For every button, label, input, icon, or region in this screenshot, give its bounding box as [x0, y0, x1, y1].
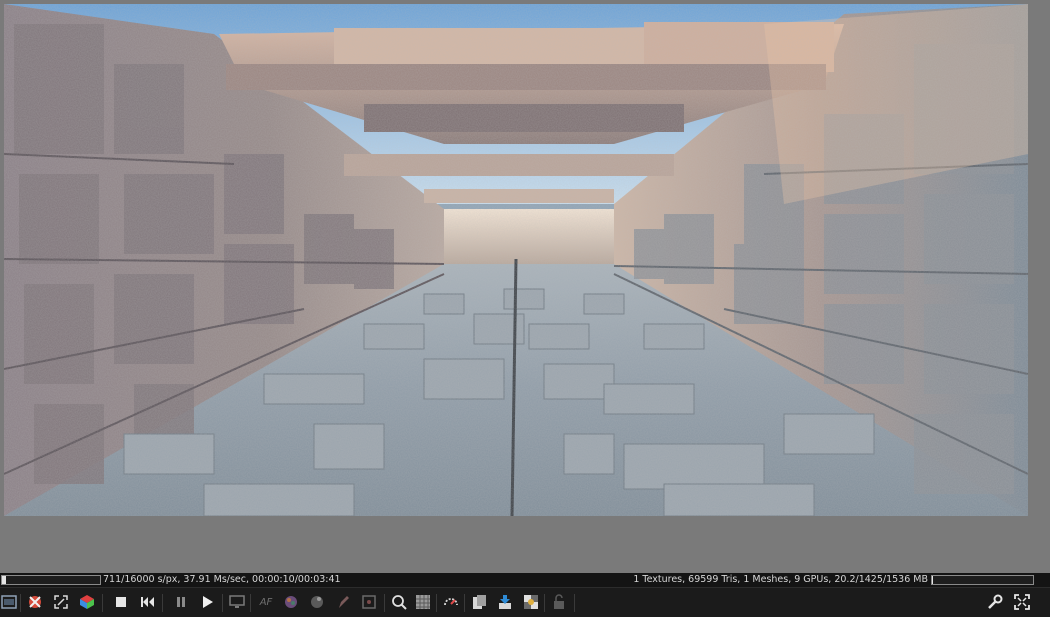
pen-icon[interactable] [334, 593, 352, 611]
region-icon[interactable] [52, 593, 70, 611]
zoom-icon[interactable] [390, 593, 408, 611]
toolbar-separator [436, 594, 437, 612]
toolbar-separator [464, 594, 465, 612]
monitor-icon[interactable] [228, 593, 246, 611]
material-icon[interactable] [308, 593, 326, 611]
toolbar-separator [574, 594, 575, 612]
stop-icon[interactable] [112, 593, 130, 611]
gpu-memory-fill [932, 576, 934, 584]
play-icon[interactable] [198, 593, 216, 611]
toolbar-separator [544, 594, 545, 612]
mesh-picker-icon[interactable] [26, 593, 44, 611]
restart-icon[interactable] [138, 593, 156, 611]
focus-icon[interactable] [360, 593, 378, 611]
bottom-toolbar: AF [0, 587, 1050, 617]
fullscreen-icon[interactable] [1013, 593, 1031, 611]
clipboard-icon[interactable] [470, 593, 488, 611]
grid-icon[interactable] [414, 593, 432, 611]
texture-icon[interactable] [522, 593, 540, 611]
toolbar-separator [102, 594, 103, 612]
gpu-memory-bar [931, 575, 1034, 585]
export-icon[interactable] [496, 593, 514, 611]
render-viewport[interactable] [4, 4, 1028, 516]
dial-icon[interactable] [442, 593, 460, 611]
render-image [4, 4, 1028, 516]
toolbar-separator [250, 594, 251, 612]
status-bar: 711/16000 s/px, 37.91 Ms/sec, 00:00:10/0… [0, 573, 1050, 587]
color-picker-icon[interactable] [282, 593, 300, 611]
render-progress-fill [2, 576, 7, 584]
toolbar-separator [222, 594, 223, 612]
wrench-icon[interactable] [986, 593, 1004, 611]
toolbar-separator [384, 594, 385, 612]
toolbar-separator [20, 594, 21, 612]
film-icon[interactable] [0, 593, 18, 611]
lock-icon[interactable] [550, 593, 568, 611]
af-icon[interactable]: AF [256, 593, 276, 611]
pause-icon[interactable] [172, 593, 190, 611]
render-progress-bar [1, 575, 101, 585]
render-stats-text: 711/16000 s/px, 37.91 Ms/sec, 00:00:10/0… [103, 574, 341, 585]
scene-stats-text: 1 Textures, 69599 Tris, 1 Meshes, 9 GPUs… [633, 574, 928, 585]
cube-icon[interactable] [78, 593, 96, 611]
toolbar-separator [162, 594, 163, 612]
